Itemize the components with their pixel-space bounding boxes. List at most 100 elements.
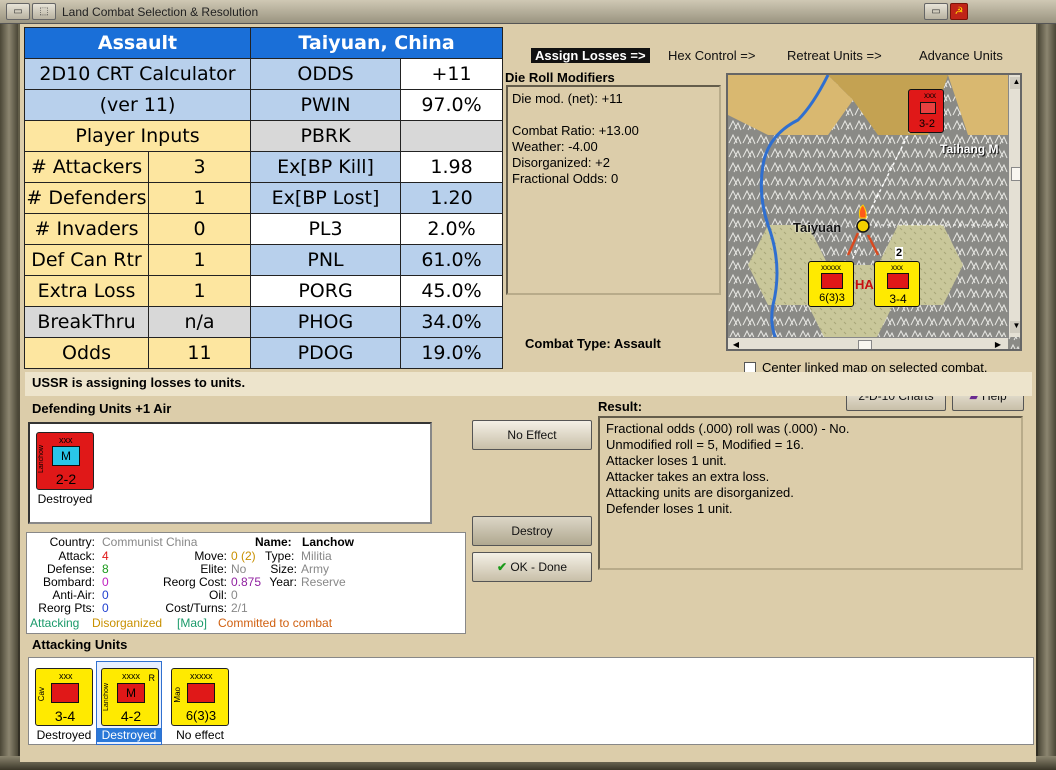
map-unit-soviet-b[interactable]: xxx 3-4: [874, 261, 920, 307]
linked-map[interactable]: Taiyuan Taihang M HA xxx 3-2 xxxxx 6(3)3…: [726, 73, 1022, 351]
info-anti-air: 0: [102, 588, 109, 602]
unit-name: Lanchow: [38, 445, 45, 474]
unit-name: Cav: [37, 687, 46, 702]
ok-done-button[interactable]: ✔ OK - Done: [472, 552, 592, 582]
hex-overlay-label: HA: [855, 277, 874, 292]
unit-symbol-icon: [920, 102, 936, 114]
input-label: Def Can Rtr: [24, 244, 149, 276]
map-unit-soviet-a[interactable]: xxxxx 6(3)3: [808, 261, 854, 307]
title-bar[interactable]: ▭ ⬚ Land Combat Selection & Resolution ▭…: [0, 0, 1056, 24]
tab-assign-losses[interactable]: Assign Losses =>: [531, 48, 650, 63]
input-label: # Defenders: [24, 182, 149, 214]
info-key: Type:: [265, 549, 295, 563]
attacking-unit-selected[interactable]: xxxx R Lanchow M 4-2: [101, 668, 159, 726]
unit-size: xxx: [59, 435, 73, 445]
result-line: Defender loses 1 unit.: [606, 501, 733, 516]
unit-symbol-icon: [187, 683, 215, 703]
map-terrain: [728, 75, 1020, 349]
defending-units-list: xxx Lanchow M 2-2 Destroyed: [28, 422, 432, 524]
crt-calculator: Assault Taiyuan, China 2D10 CRT Calculat…: [23, 27, 504, 369]
crt-key: PORG: [250, 275, 402, 307]
crt-key: PWIN: [250, 89, 402, 121]
minimize-icon[interactable]: ▭: [924, 3, 948, 20]
attacking-unit[interactable]: xxxxx Mao 6(3)3: [171, 668, 229, 726]
info-key: Oil:: [209, 588, 227, 602]
menu-icon[interactable]: ▭: [6, 3, 30, 20]
unit-status: No effect: [176, 728, 224, 742]
combat-kind: Assault: [23, 27, 252, 59]
status-message: USSR is assigning losses to units.: [25, 372, 1032, 396]
map-vertical-scrollbar[interactable]: ▲ ▼: [1008, 75, 1020, 337]
tab-hex-control[interactable]: Hex Control =>: [668, 48, 755, 63]
input-label: BreakThru: [24, 306, 149, 338]
scroll-left-icon[interactable]: ◀: [730, 340, 742, 349]
status-leader: [Mao]: [177, 616, 208, 630]
restore-icon[interactable]: ⬚: [32, 3, 56, 20]
info-defense: 8: [102, 562, 109, 576]
unit-strength: 6(3)3: [819, 292, 845, 304]
scroll-up-icon[interactable]: ▲: [1010, 77, 1020, 89]
info-key: Size:: [270, 562, 297, 576]
unit-strength: 6(3)3: [185, 708, 217, 723]
scroll-thumb[interactable]: [1011, 167, 1020, 181]
info-key: Move:: [194, 549, 227, 563]
map-horizontal-scrollbar[interactable]: ◀ ▶: [728, 337, 1008, 349]
hammer-sickle-icon[interactable]: ☭: [950, 3, 968, 20]
crt-value: +11: [400, 58, 504, 90]
crt-key: PHOG: [250, 306, 402, 338]
input-value: 0: [147, 213, 252, 245]
input-value: 1: [147, 275, 252, 307]
attacking-units-label: Attacking Units: [32, 637, 128, 652]
drm-line: Die mod. (net): +11: [512, 91, 623, 106]
attacking-unit[interactable]: xxx Cav 3-4: [35, 668, 93, 726]
crt-value: 1.20: [400, 182, 504, 214]
crt-value: [400, 120, 504, 152]
info-key: Bombard:: [42, 575, 95, 589]
city-marker[interactable]: [856, 219, 870, 233]
info-oil: 0: [231, 588, 238, 602]
scroll-down-icon[interactable]: ▼: [1010, 321, 1020, 333]
unit-size: xxxxx: [821, 263, 841, 272]
info-key: Reorg Pts:: [38, 601, 95, 615]
unit-strength: 2-2: [55, 471, 77, 487]
destroy-button[interactable]: Destroy: [472, 516, 592, 546]
crt-value: 61.0%: [400, 244, 504, 276]
combat-type: Combat Type: Assault: [525, 336, 661, 351]
crt-value: 19.0%: [400, 337, 504, 369]
tab-advance-units[interactable]: Advance Units: [919, 48, 1003, 63]
info-key: Cost/Turns:: [165, 601, 227, 615]
status-attacking: Attacking: [30, 616, 80, 630]
defending-unit[interactable]: xxx Lanchow M 2-2: [36, 432, 94, 490]
unit-name: Mao: [173, 687, 182, 703]
phase-tabs: Assign Losses => Hex Control => Retreat …: [505, 46, 1030, 68]
result-line: Fractional odds (.000) roll was (.000) -…: [606, 421, 850, 436]
result-label: Result:: [598, 399, 643, 414]
input-value: n/a: [147, 306, 252, 338]
crt-key: Ex[BP Lost]: [250, 182, 402, 214]
unit-name: Lanchow: [103, 683, 110, 712]
info-key: Year:: [269, 575, 297, 589]
unit-strength: 3-2: [919, 118, 935, 130]
input-value: 1: [147, 182, 252, 214]
input-label: Odds: [24, 337, 149, 369]
info-reorg-cost: 0.875: [231, 575, 262, 589]
window-title: Land Combat Selection & Resolution: [62, 5, 259, 19]
map-unit-chinese[interactable]: xxx 3-2: [908, 89, 944, 133]
result-line: Attacker loses 1 unit.: [606, 453, 727, 468]
input-label: # Invaders: [24, 213, 149, 245]
unit-size: xxxxx: [190, 671, 213, 681]
unit-symbol-icon: M: [117, 683, 145, 703]
unit-symbol-icon: [821, 273, 843, 289]
crt-key: ODDS: [250, 58, 402, 90]
crt-key: PBRK: [250, 120, 402, 152]
tab-retreat-units[interactable]: Retreat Units =>: [787, 48, 882, 63]
die-roll-modifiers-title: Die Roll Modifiers: [505, 70, 615, 85]
ok-label: OK - Done: [510, 560, 568, 574]
unit-size: xxx: [924, 91, 936, 100]
no-effect-button[interactable]: No Effect: [472, 420, 592, 450]
crt-key: PDOG: [250, 337, 402, 369]
info-size: Army: [301, 562, 329, 576]
info-attack: 4: [102, 549, 109, 563]
scroll-thumb[interactable]: [858, 340, 872, 349]
scroll-right-icon[interactable]: ▶: [992, 340, 1004, 349]
